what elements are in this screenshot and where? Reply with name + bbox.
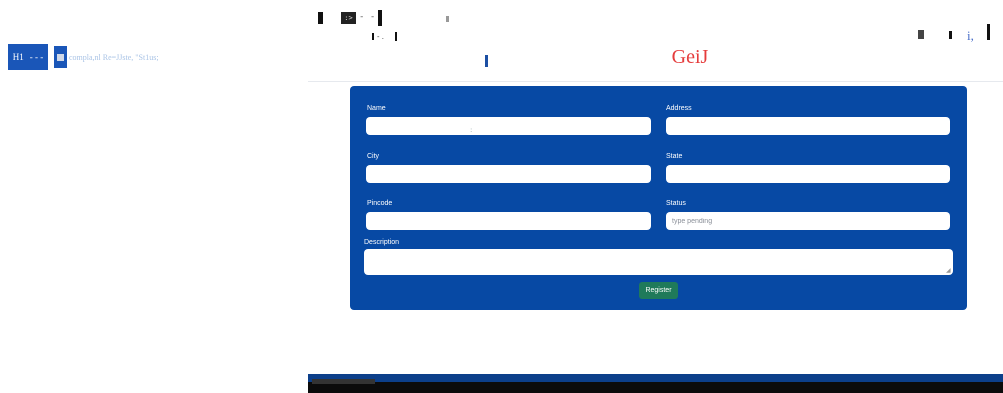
pincode-input[interactable]	[366, 212, 651, 230]
status-input[interactable]	[666, 212, 950, 230]
toolbar-pin-icon[interactable]	[949, 31, 952, 39]
title-marker-icon	[485, 55, 488, 67]
toolbar-bar-icon[interactable]	[318, 12, 323, 24]
input-caret: :	[470, 126, 473, 134]
taskbar	[308, 382, 1003, 393]
toolbar-tick-icon	[372, 33, 374, 40]
toolbar-dot-icon	[446, 16, 449, 22]
status-label: Status	[666, 200, 686, 207]
toolbar-dashes: - -	[359, 12, 376, 22]
toolbar-right-letter: i,	[967, 28, 974, 43]
window-edge-icon	[987, 24, 990, 40]
state-label: State	[666, 153, 683, 160]
name-input[interactable]	[366, 117, 651, 135]
page-title: GeiJ	[671, 46, 709, 68]
h1-label: H1	[12, 52, 24, 62]
left-square-icon	[54, 46, 67, 68]
name-label: Name	[367, 105, 386, 112]
taskbar-item[interactable]	[312, 379, 375, 384]
address-input[interactable]	[666, 117, 950, 135]
city-input[interactable]	[366, 165, 651, 183]
toolbar-arrow-label: :>	[344, 14, 353, 22]
left-header-strip: H1 - - - compla,nl Re=JJste, "St1us;	[8, 44, 159, 70]
toolbar-arrow-button[interactable]: :>	[341, 12, 356, 24]
header-divider	[308, 81, 1003, 82]
h1-badge: H1 - - -	[8, 44, 48, 70]
address-label: Address	[666, 105, 692, 112]
state-input[interactable]	[666, 165, 950, 183]
pincode-label: Pincode	[367, 200, 393, 207]
city-label: City	[367, 153, 380, 160]
page: H1 - - - compla,nl Re=JJste, "St1us; :> …	[0, 0, 1003, 393]
toolbar-square-icon[interactable]	[918, 30, 924, 39]
toolbar-mini-mark: - .	[377, 33, 384, 41]
registration-form: Name : Address City State Pincode Status…	[350, 86, 967, 310]
left-caption: compla,nl Re=JJste, "St1us;	[69, 52, 159, 62]
toolbar-divider	[378, 10, 382, 26]
description-label: Description	[364, 239, 400, 246]
register-button[interactable]: Register	[639, 282, 678, 299]
toolbar-tick-icon	[395, 32, 397, 41]
h1-suffix: - - -	[29, 52, 44, 62]
description-textarea[interactable]	[364, 249, 953, 275]
resize-grip-icon[interactable]: ◢	[946, 267, 951, 274]
